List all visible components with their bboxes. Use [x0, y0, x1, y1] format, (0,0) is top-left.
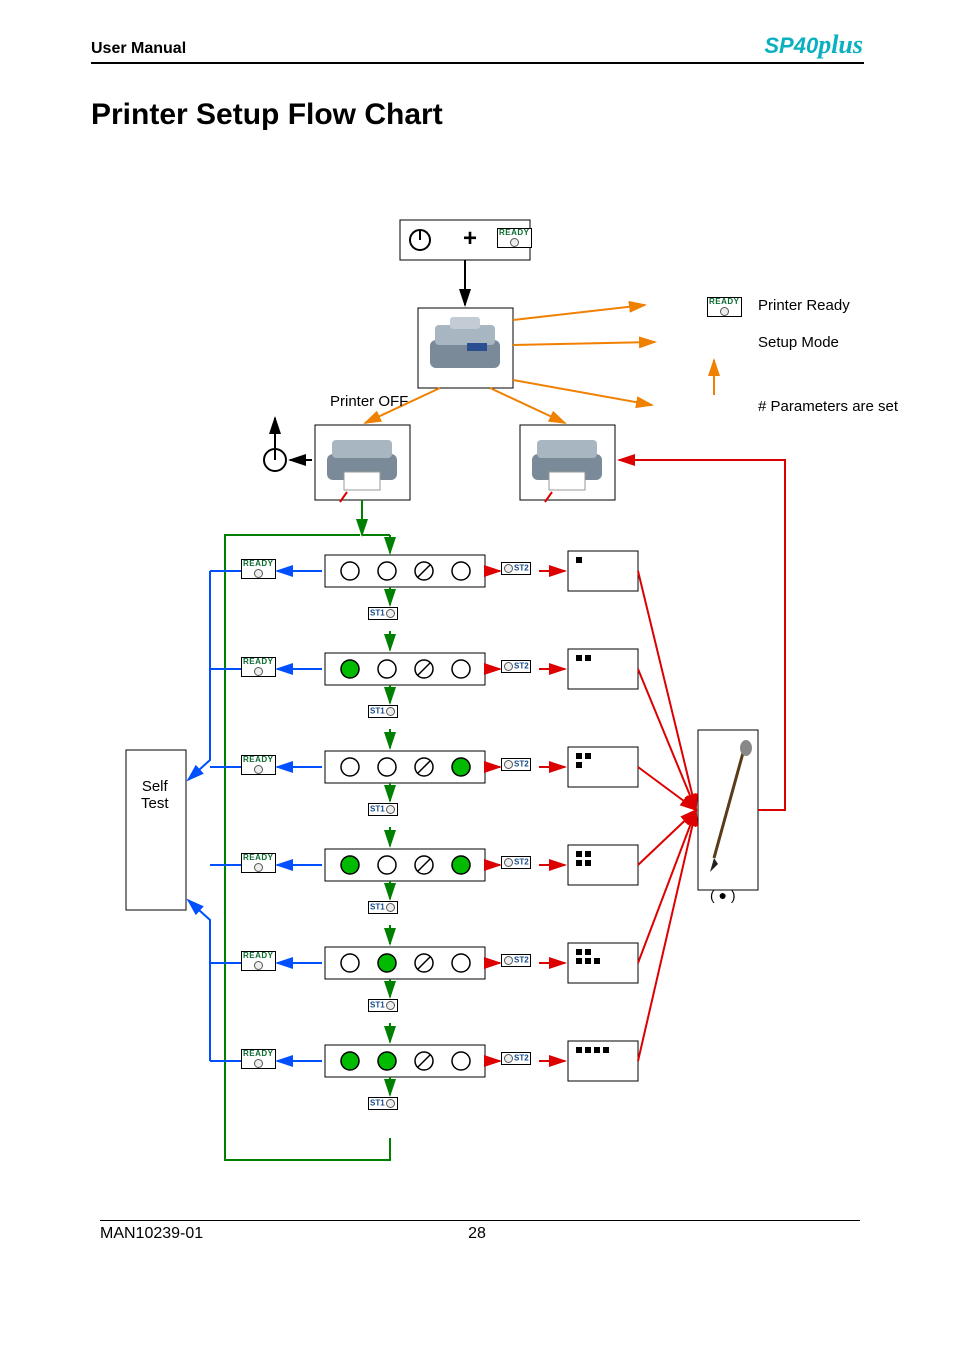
- ready-badge-icon: READY: [241, 657, 276, 677]
- setup-mode-label: Setup Mode: [758, 334, 839, 351]
- st1-badge-icon: ST1: [368, 803, 398, 816]
- st2-badge-icon: ST2: [501, 954, 531, 967]
- ready-badge-icon: READY: [241, 1049, 276, 1069]
- ready-badge-icon: READY: [707, 297, 742, 317]
- header-rule: [91, 62, 864, 64]
- printer-off-label: Printer OFF: [330, 393, 408, 410]
- pen-caption: ( ● ): [710, 887, 736, 903]
- st1-badge-icon: ST1: [368, 999, 398, 1012]
- st2-badge-icon: ST2: [501, 562, 531, 575]
- ready-badge-icon: READY: [241, 559, 276, 579]
- page-title: Printer Setup Flow Chart: [91, 98, 443, 132]
- ready-badge-icon: READY: [241, 853, 276, 873]
- flow-chart: [100, 200, 860, 1200]
- st1-badge-icon: ST1: [368, 705, 398, 718]
- params-set-label: # Parameters are set: [758, 398, 898, 415]
- st2-badge-icon: ST2: [501, 758, 531, 771]
- st2-badge-icon: ST2: [501, 856, 531, 869]
- ready-badge-icon: READY: [241, 755, 276, 775]
- plus-icon: +: [463, 225, 477, 253]
- self-test-label: SelfTest: [141, 778, 169, 812]
- header-left: User Manual: [91, 40, 186, 58]
- st2-badge-icon: ST2: [501, 1052, 531, 1065]
- ready-badge-icon: READY: [497, 228, 532, 248]
- footer-page: 28: [0, 1225, 954, 1243]
- product-logo: SP40plus: [764, 30, 863, 60]
- printer-ready-label: Printer Ready: [758, 297, 850, 314]
- st1-badge-icon: ST1: [368, 1097, 398, 1110]
- footer-rule: [100, 1220, 860, 1221]
- st1-badge-icon: ST1: [368, 901, 398, 914]
- st2-badge-icon: ST2: [501, 660, 531, 673]
- ready-badge-icon: READY: [241, 951, 276, 971]
- st1-badge-icon: ST1: [368, 607, 398, 620]
